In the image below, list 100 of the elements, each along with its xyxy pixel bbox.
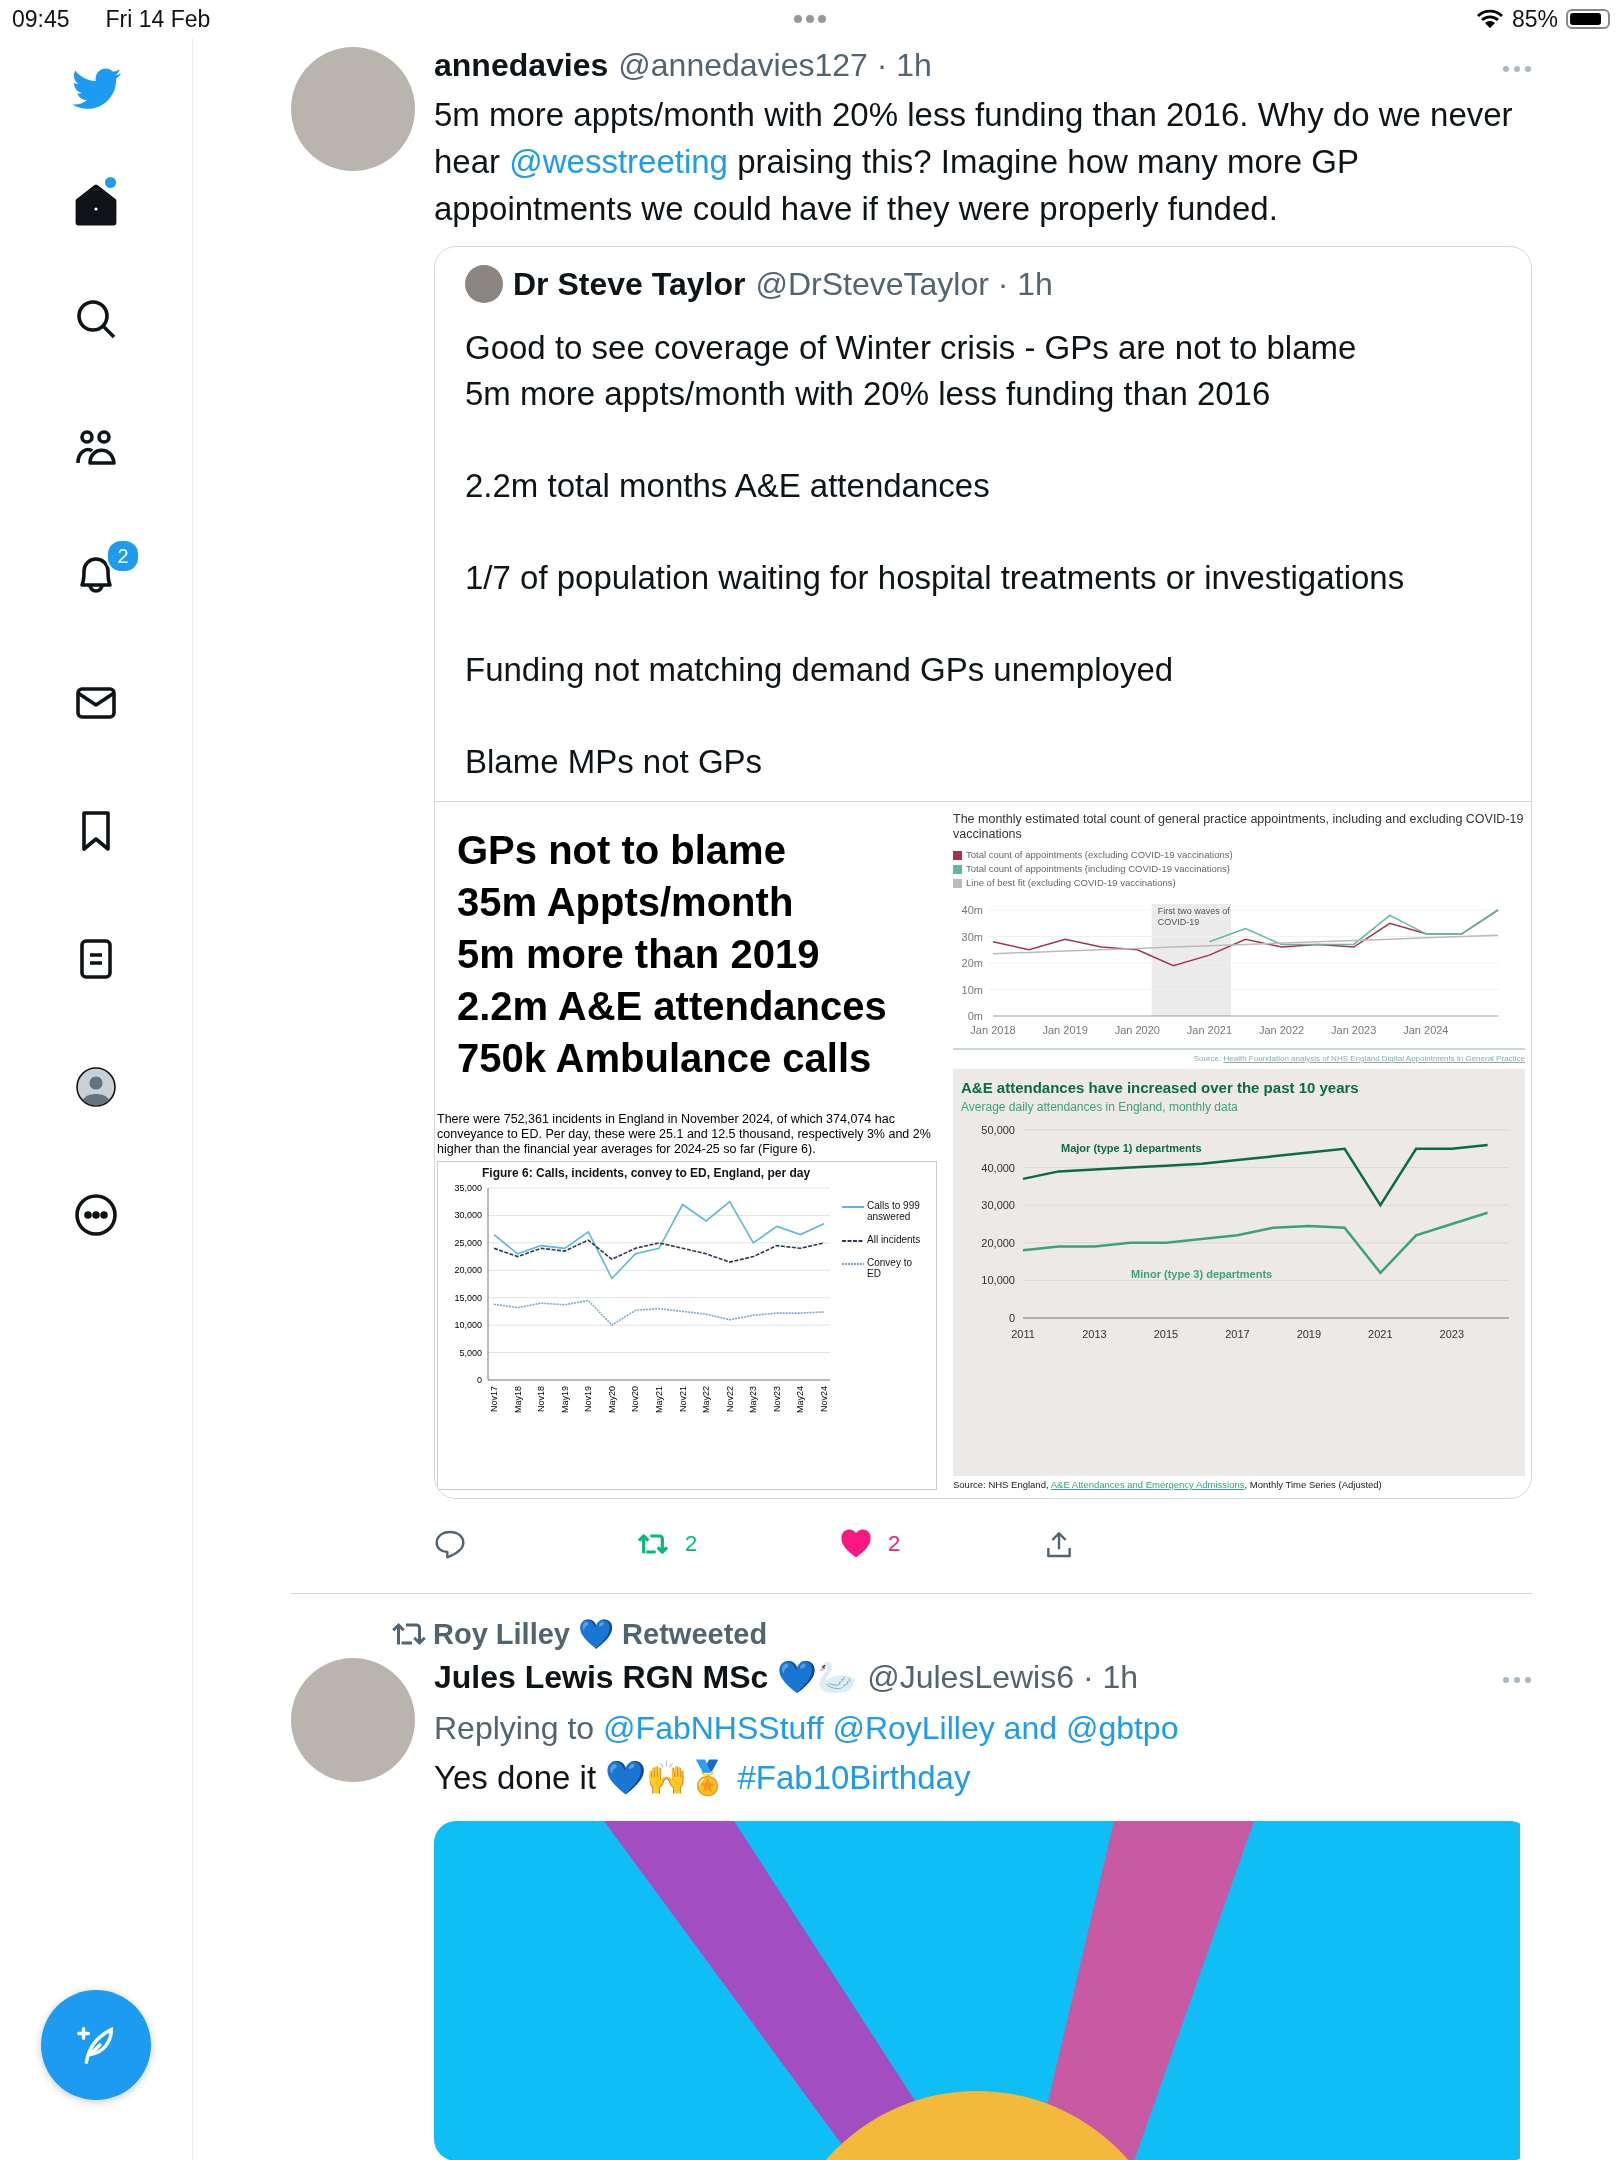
mention-link[interactable]: @wesstreeting (509, 143, 728, 180)
legend-label: Line of best fit (excluding COVID-19 vaccinations) (966, 876, 1176, 890)
axis-tick-label: May20 (606, 1386, 617, 1413)
quote-paragraph: Good to see coverage of Winter crisis - GPs are not to blame 5m more appts/month with 20% less funding than 2016 (465, 328, 1358, 414)
quote-paragraph: 1/7 of population waiting for hospital treatments or investigations (465, 558, 1406, 598)
replying-mentions-link[interactable]: @FabNHSStuff @RoyLilley and @gbtpo (603, 1702, 1179, 1754)
retweet-button[interactable]: 2 (637, 1529, 840, 1559)
axis-tick-label: Jan 2019 (1042, 1024, 1088, 1036)
series-label: Major (type 1) departments (1061, 1142, 1202, 1154)
legend-swatch (953, 850, 962, 860)
legend-line-icon (842, 1204, 864, 1210)
axis-tick-label: 35,000 (454, 1183, 482, 1193)
axis-tick-label: 10m (961, 983, 983, 996)
author-handle-time: @annedavies127 · 1h (618, 47, 932, 84)
status-date: Fri 14 Feb (105, 5, 211, 33)
chart-annotation: First two waves of COVID-19 (1157, 906, 1231, 928)
chart-title: The monthly estimated total count of general practice appointments, including and excluding COVID-19 vaccinations (953, 812, 1525, 842)
axis-tick-label: 15,000 (454, 1292, 482, 1303)
axis-tick-label: 0 (1008, 1312, 1015, 1324)
axis-tick-label: May22 (701, 1386, 712, 1413)
source-link[interactable]: Health Foundation analysis of NHS England Digital Appointments in General Practice (1223, 1054, 1525, 1063)
multitasking-dots-icon[interactable] (793, 14, 827, 24)
chart-title: Figure 6: Calls, incidents, convey to ED, England, per day (482, 1166, 812, 1180)
axis-tick-label: Jan 2020 (1114, 1024, 1160, 1036)
axis-tick-label: 10,000 (454, 1320, 482, 1331)
legend-label: Convey to ED (867, 1257, 914, 1279)
legend-swatch (953, 878, 962, 888)
axis-tick-label: 2019 (1296, 1328, 1322, 1340)
headline-line: 750k Ambulance calls (457, 1035, 873, 1082)
axis-tick-label: Nov20 (630, 1386, 641, 1412)
source-link[interactable]: A&E Attendances and Emergency Admissions (1050, 1479, 1245, 1490)
speech-bubble-icon (434, 1529, 466, 1559)
source-label: Source: NHS England, (953, 1479, 1050, 1490)
wifi-icon (1475, 8, 1504, 30)
headline-line: GPs not to blame (457, 827, 787, 874)
chart-subtitle: Average daily attendances in England, monthly data (961, 1100, 1239, 1114)
axis-tick-label: 20m (961, 957, 983, 969)
quote-handle-time: @DrSteveTaylor · 1h (755, 265, 1053, 303)
axis-tick-label: 0 (477, 1375, 482, 1385)
axis-tick-label: May21 (654, 1386, 664, 1413)
axis-tick-label: Jan 2023 (1331, 1024, 1377, 1036)
report-paragraph: There were 752,361 incidents in England in November 2024, of which 374,074 hac conveyance to ED. Per day, these were 25.1 and 12.5 thousand, respectively 3% and 2% higher than the financial year averages for 2024-25 so far (Figure 6). (437, 1112, 932, 1157)
quote-avatar-photo-placeholder (465, 265, 503, 303)
axis-tick-label: Nov24 (819, 1386, 829, 1412)
legend-line-icon (842, 1238, 864, 1244)
axis-tick-label: Nov22 (724, 1386, 735, 1412)
axis-tick-label: 2023 (1439, 1328, 1465, 1340)
axis-tick-label: 20,000 (981, 1236, 1015, 1249)
author-name[interactable]: Jules Lewis RGN MSc 💙🦢 (434, 1658, 858, 1696)
axis-tick-label: Jan 2021 (1186, 1024, 1233, 1036)
like-button[interactable]: 2 (840, 1529, 1043, 1559)
author-name[interactable]: annedavies (434, 47, 609, 84)
tweet-text: 5m more appts/month with 20% less funding than 2016. Why do we never hear @wesstreeting praising this? Imagine how many more GP appointments we could have if they were properly funded. (434, 95, 1514, 229)
axis-tick-label: 40m (961, 904, 983, 916)
axis-tick-label: May24 (795, 1386, 806, 1413)
axis-tick-label: Jan 2022 (1258, 1024, 1305, 1036)
compose-button[interactable] (41, 1990, 151, 2100)
source-suffix: , Monthly Time Series (Adjusted) (1244, 1479, 1382, 1490)
axis-tick-label: May23 (748, 1386, 759, 1413)
source-label: Source: (1193, 1054, 1223, 1063)
axis-tick-label: Nov19 (583, 1386, 594, 1412)
more-icon[interactable] (72, 1191, 120, 1239)
battery-percent: 85% (1511, 5, 1558, 33)
axis-tick-label: 2015 (1153, 1328, 1179, 1340)
replying-label: Replying to (434, 1709, 595, 1748)
axis-tick-label: Jan 2018 (970, 1024, 1016, 1036)
chart-title: A&E attendances have increased over the past 10 years (961, 1079, 1360, 1096)
retweeted-by-text: Roy Lilley 💙 Retweeted (433, 1617, 768, 1651)
axis-tick-label: 20,000 (454, 1265, 482, 1276)
axis-tick-label: 30,000 (981, 1199, 1015, 1212)
quote-author-name: Dr Steve Taylor (513, 265, 746, 303)
quote-paragraph: Blame MPs not GPs (465, 742, 764, 782)
headline-line: 2.2m A&E attendances (457, 983, 888, 1030)
quote-paragraph: Funding not matching demand GPs unemployed (465, 650, 1175, 690)
axis-tick-label: Nov23 (771, 1386, 782, 1412)
battery-icon (1566, 9, 1610, 29)
legend-label: All incidents (867, 1234, 921, 1245)
tweet-text: Yes done it 💙🙌🏅 #Fab10Birthday (434, 1758, 972, 1799)
headline-line: 35m Appts/month (457, 879, 795, 926)
mention-link[interactable]: #Fab10Birthday (737, 1759, 971, 1796)
axis-tick-label: 30,000 (454, 1210, 482, 1221)
axis-tick-label: 0m (967, 1010, 983, 1022)
quote-paragraph: 2.2m total months A&E attendances (465, 466, 991, 506)
axis-tick-label: 30m (961, 930, 983, 943)
legend-line-icon (842, 1261, 864, 1267)
quoted-tweet-card[interactable] (434, 246, 1532, 1499)
axis-tick-label: 2017 (1225, 1328, 1250, 1340)
author-handle-time: @JulesLewis6 · 1h (867, 1659, 1139, 1696)
axis-tick-label: 2013 (1082, 1328, 1107, 1340)
legend-label: Total count of appointments (including COVID-19 vaccinations) (966, 862, 1231, 876)
status-time: 09:45 (12, 5, 70, 33)
axis-tick-label: 40,000 (981, 1161, 1015, 1174)
bird-logo-icon[interactable] (70, 68, 122, 112)
headline-line: 5m more than 2019 (457, 931, 821, 978)
series-label: Minor (type 3) departments (1131, 1268, 1273, 1280)
legend-swatch (953, 864, 962, 874)
axis-tick-label: 50,000 (981, 1124, 1015, 1136)
axis-tick-label: May18 (512, 1386, 523, 1413)
axis-tick-label: Nov18 (536, 1386, 547, 1412)
axis-tick-label: 25,000 (454, 1237, 482, 1248)
